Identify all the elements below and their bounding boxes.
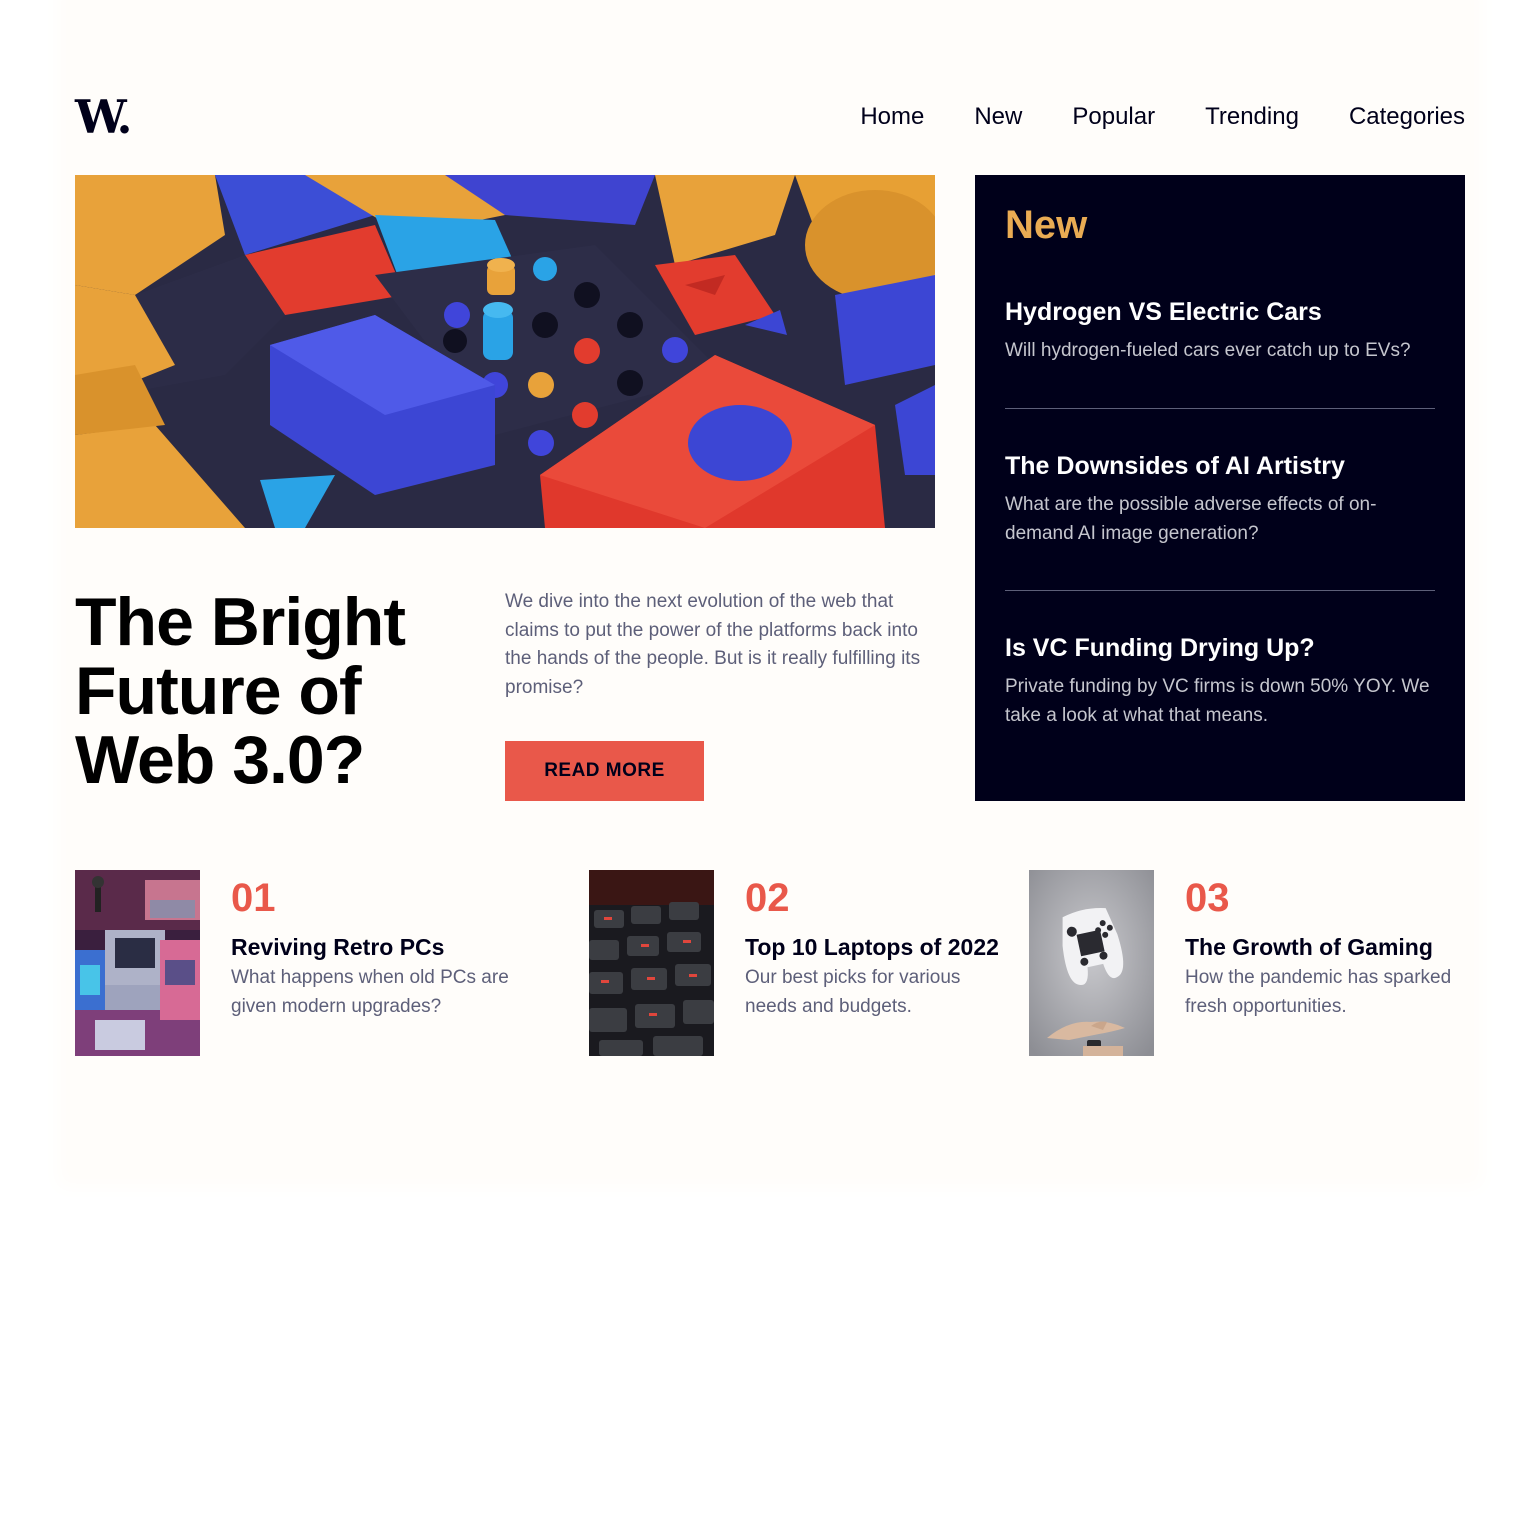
card-body: 02 Top 10 Laptops of 2022 Our best picks… <box>745 870 999 1021</box>
card-title[interactable]: The Growth of Gaming <box>1185 930 1465 964</box>
new-item-divider <box>1005 590 1435 591</box>
nav-link-home[interactable]: Home <box>860 102 924 132</box>
card-description: Our best picks for various needs and bud… <box>745 967 961 1017</box>
new-articles-panel: New Hydrogen VS Electric Cars Will hydro… <box>975 175 1465 801</box>
page-container: W. Home New Popular Trending Categories <box>75 0 1465 1170</box>
read-more-button[interactable]: READ MORE <box>505 741 704 801</box>
new-item-title[interactable]: Is VC Funding Drying Up? <box>1005 631 1435 665</box>
new-item-description: Will hydrogen-fueled cars ever catch up … <box>1005 340 1411 361</box>
hero-image <box>75 175 935 528</box>
new-item-divider <box>1005 408 1435 409</box>
card-number: 01 <box>231 876 276 920</box>
card-title[interactable]: Reviving Retro PCs <box>231 930 555 964</box>
new-item: Hydrogen VS Electric Cars Will hydrogen-… <box>1005 295 1435 366</box>
site-logo[interactable]: W. <box>75 94 132 140</box>
laptop-keyboard-thumbnail <box>589 870 714 1056</box>
card-body: 03 The Growth of Gaming How the pandemic… <box>1185 870 1465 1021</box>
card-description: How the pandemic has sparked fresh oppor… <box>1185 967 1452 1017</box>
nav-link-popular[interactable]: Popular <box>1072 102 1155 132</box>
nav-link-new[interactable]: New <box>974 102 1022 132</box>
new-item: Is VC Funding Drying Up? Private funding… <box>1005 631 1435 730</box>
retro-pc-thumbnail <box>75 870 200 1056</box>
site-header: W. Home New Popular Trending Categories <box>75 92 1465 144</box>
hero-title: The Bright Future of Web 3.0? <box>75 584 406 798</box>
hero-description: We dive into the next evolution of the w… <box>505 591 921 698</box>
nav-link-categories[interactable]: Categories <box>1349 102 1465 132</box>
card-number: 03 <box>1185 876 1230 920</box>
game-controller-thumbnail <box>1029 870 1154 1056</box>
new-item-title[interactable]: Hydrogen VS Electric Cars <box>1005 295 1435 329</box>
new-panel-heading: New <box>1005 203 1088 247</box>
article-card: 01 Reviving Retro PCs What happens when … <box>75 870 555 1056</box>
card-body: 01 Reviving Retro PCs What happens when … <box>231 870 555 1021</box>
card-title[interactable]: Top 10 Laptops of 2022 <box>745 930 999 964</box>
card-number: 02 <box>745 876 790 920</box>
card-description: What happens when old PCs are given mode… <box>231 967 509 1017</box>
nav-link-trending[interactable]: Trending <box>1205 102 1299 132</box>
new-item-description: Private funding by VC firms is down 50% … <box>1005 676 1430 726</box>
article-card: 03 The Growth of Gaming How the pandemic… <box>1029 870 1465 1056</box>
new-item-description: What are the possible adverse effects of… <box>1005 494 1377 544</box>
new-item-title[interactable]: The Downsides of AI Artistry <box>1005 449 1435 483</box>
main-nav: Home New Popular Trending Categories <box>860 102 1465 132</box>
new-item: The Downsides of AI Artistry What are th… <box>1005 449 1435 548</box>
article-card: 02 Top 10 Laptops of 2022 Our best picks… <box>589 870 999 1056</box>
